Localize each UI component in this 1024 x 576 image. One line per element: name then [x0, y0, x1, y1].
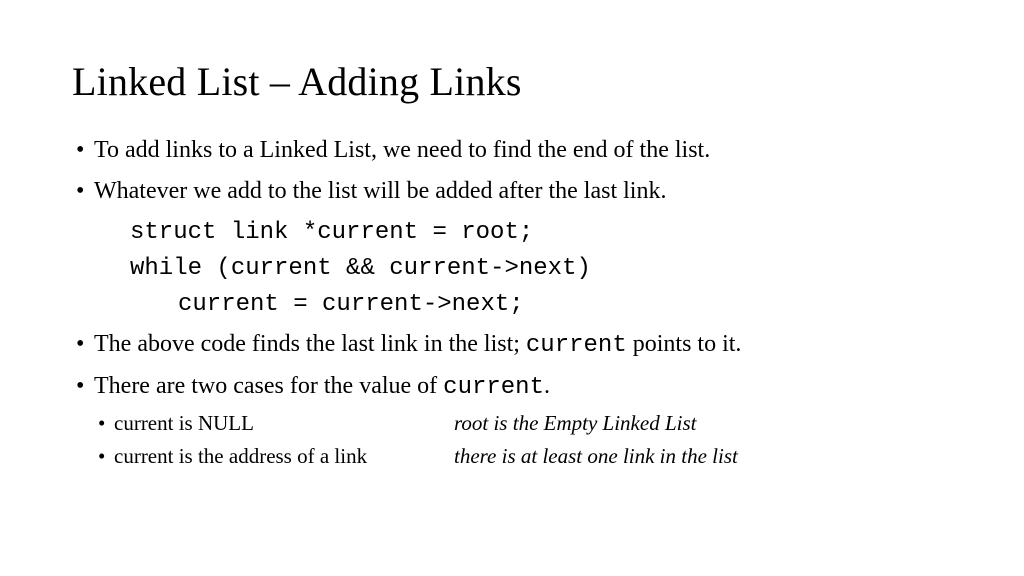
- case-label: current is NULL: [114, 408, 454, 438]
- inline-code: current: [526, 332, 627, 359]
- bullet-item: To add links to a Linked List, we need t…: [94, 133, 952, 168]
- code-block: struct link *current = root; while (curr…: [130, 215, 952, 323]
- text-fragment: The above code finds the last link in th…: [94, 331, 526, 357]
- bullet-item: Whatever we add to the list will be adde…: [94, 174, 952, 209]
- text-fragment: There are two cases for the value of: [94, 373, 443, 399]
- sub-bullet-item: current is the address of a link there i…: [114, 441, 952, 471]
- text-fragment: .: [544, 373, 550, 399]
- code-line: while (current && current->next): [130, 251, 952, 287]
- case-label: current is the address of a link: [114, 441, 454, 471]
- case-desc: there is at least one link in the list: [454, 441, 738, 471]
- text-fragment: points to it.: [627, 331, 742, 357]
- slide-title: Linked List – Adding Links: [72, 58, 952, 105]
- case-desc: root is the Empty Linked List: [454, 408, 696, 438]
- sub-bullet-item: current is NULL root is the Empty Linked…: [114, 408, 952, 438]
- code-line: struct link *current = root;: [130, 215, 952, 251]
- bullet-list: To add links to a Linked List, we need t…: [72, 133, 952, 471]
- slide: Linked List – Adding Links To add links …: [0, 0, 1024, 471]
- bullet-item: The above code finds the last link in th…: [94, 327, 952, 364]
- sub-bullet-list: current is NULL root is the Empty Linked…: [94, 408, 952, 471]
- code-line: current = current->next;: [130, 287, 952, 323]
- inline-code: current: [443, 374, 544, 401]
- bullet-item: There are two cases for the value of cur…: [94, 369, 952, 471]
